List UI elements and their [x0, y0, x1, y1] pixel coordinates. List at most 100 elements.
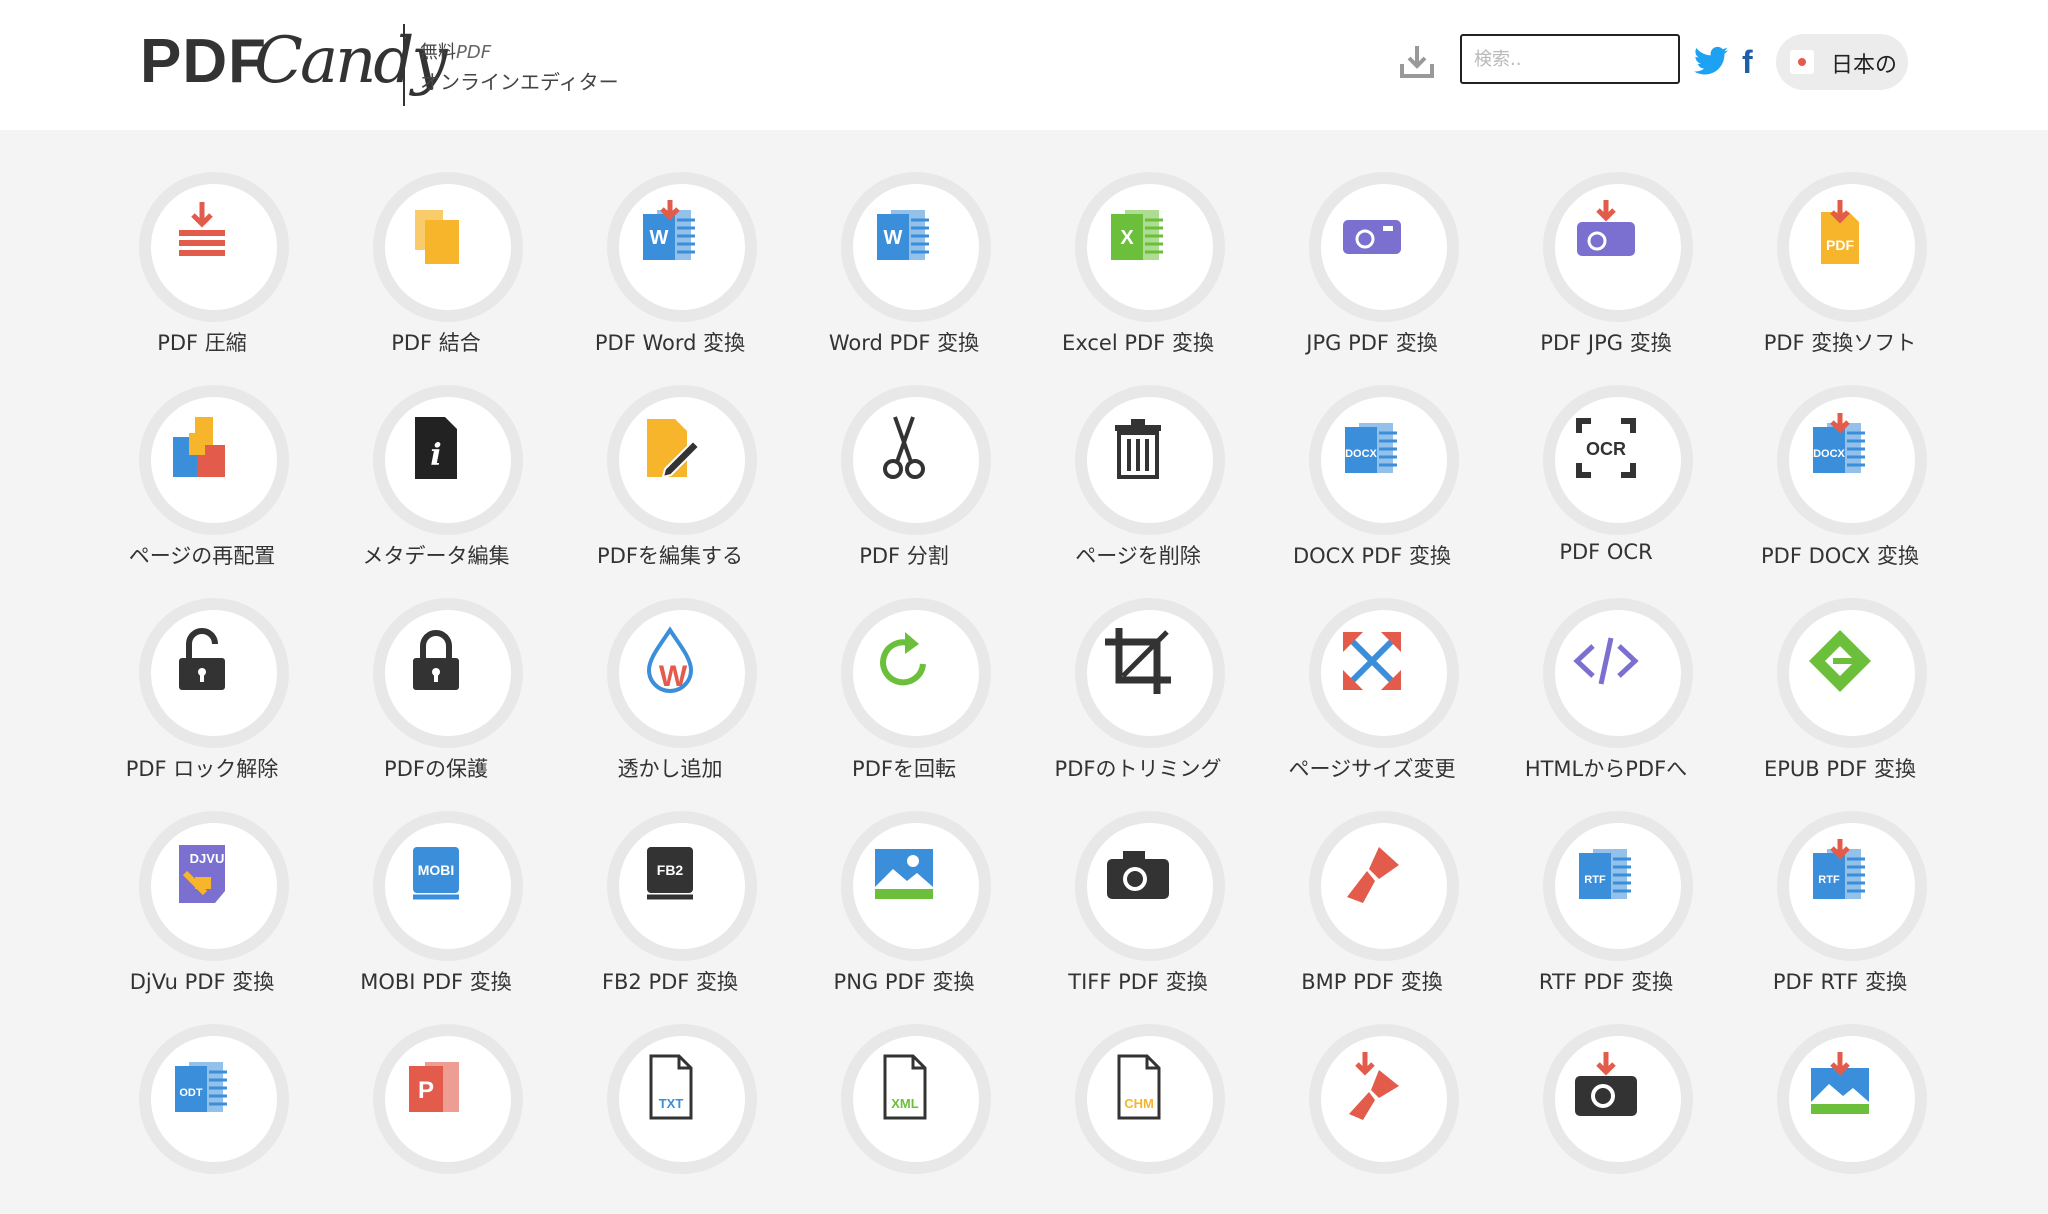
tool-item[interactable]: XML: [794, 1024, 1014, 1214]
tool-item[interactable]: ページを削除: [1028, 385, 1248, 575]
tool-item[interactable]: W 透かし追加: [560, 598, 780, 788]
download-icon[interactable]: [1397, 42, 1437, 82]
pdf-to-rtf-icon: RTF: [1813, 839, 1865, 899]
tool-label[interactable]: EPUB PDF 変換: [1730, 753, 1950, 783]
tool-item[interactable]: i メタデータ編集: [326, 385, 546, 575]
tool-item[interactable]: TIFF PDF 変換: [1028, 811, 1248, 1001]
tool-label[interactable]: 透かし追加: [560, 753, 780, 783]
tool-label[interactable]: PDF OCR: [1496, 540, 1716, 564]
language-label: 日本の: [1831, 53, 1898, 78]
jpg-icon: [1343, 220, 1401, 254]
tool-item[interactable]: ページの再配置: [92, 385, 312, 575]
compress-icon: [179, 202, 225, 256]
tool-label[interactable]: ページの再配置: [92, 540, 312, 570]
powerpoint-icon: P: [409, 1062, 459, 1112]
tool-label[interactable]: PDF 分割: [794, 540, 1014, 570]
tool-label[interactable]: PDF 結合: [326, 327, 546, 357]
tool-label[interactable]: JPG PDF 変換: [1262, 327, 1482, 357]
site-header: PDF Candy 無料PDF オンラインエディター f 日本の: [0, 0, 2048, 130]
tool-label[interactable]: ページサイズ変更: [1262, 753, 1482, 783]
tool-item[interactable]: [1496, 1024, 1716, 1214]
mobi-icon: MOBI: [413, 847, 459, 900]
svg-text:RTF: RTF: [1584, 874, 1606, 886]
tool-label[interactable]: Word PDF 変換: [794, 327, 1014, 357]
tool-item[interactable]: PDFを回転: [794, 598, 1014, 788]
tool-item[interactable]: RTF PDF RTF 変換: [1730, 811, 1950, 1001]
tool-item[interactable]: JPG PDF 変換: [1262, 172, 1482, 362]
svg-text:XML: XML: [891, 1096, 919, 1111]
twitter-icon[interactable]: [1694, 46, 1728, 76]
tool-item[interactable]: PDF 圧縮: [92, 172, 312, 362]
svg-text:W: W: [650, 227, 669, 249]
svg-text:TXT: TXT: [659, 1096, 684, 1111]
tool-label[interactable]: DOCX PDF 変換: [1262, 540, 1482, 570]
svg-text:W: W: [659, 660, 688, 693]
crop-icon: [1105, 628, 1171, 694]
tool-item[interactable]: W PDF Word 変換: [560, 172, 780, 362]
tool-item[interactable]: PDF 結合: [326, 172, 546, 362]
pdf-to-docx-icon: DOCX: [1813, 413, 1865, 473]
tool-label[interactable]: PDFを編集する: [560, 540, 780, 570]
tool-label[interactable]: PDFを回転: [794, 753, 1014, 783]
tool-item[interactable]: DJVU DjVu PDF 変換: [92, 811, 312, 1001]
tool-item[interactable]: PDFの保護: [326, 598, 546, 788]
tool-item[interactable]: PNG PDF 変換: [794, 811, 1014, 1001]
tool-item[interactable]: ページサイズ変更: [1262, 598, 1482, 788]
tool-label[interactable]: PDFのトリミング: [1028, 753, 1248, 783]
tool-label[interactable]: PDF RTF 変換: [1730, 966, 1950, 996]
svg-text:P: P: [418, 1077, 434, 1104]
tool-label[interactable]: MOBI PDF 変換: [326, 966, 546, 996]
tool-item[interactable]: ODT: [92, 1024, 312, 1214]
tool-label[interactable]: ページを削除: [1028, 540, 1248, 570]
tool-item[interactable]: MOBI MOBI PDF 変換: [326, 811, 546, 1001]
tool-item[interactable]: X Excel PDF 変換: [1028, 172, 1248, 362]
tool-label[interactable]: HTMLからPDFへ: [1496, 753, 1716, 783]
merge-icon: [415, 210, 459, 264]
tool-label[interactable]: メタデータ編集: [326, 540, 546, 570]
tool-label[interactable]: PDFの保護: [326, 753, 546, 783]
excel-icon: X: [1111, 210, 1163, 260]
tool-item[interactable]: PDFのトリミング: [1028, 598, 1248, 788]
tool-item[interactable]: FB2 FB2 PDF 変換: [560, 811, 780, 1001]
tool-label[interactable]: TIFF PDF 変換: [1028, 966, 1248, 996]
tool-label[interactable]: PDF Word 変換: [560, 327, 780, 357]
search-input[interactable]: [1460, 34, 1680, 84]
tool-item[interactable]: [1262, 1024, 1482, 1214]
tool-label[interactable]: PDF ロック解除: [92, 753, 312, 783]
tool-label[interactable]: PDF JPG 変換: [1496, 327, 1716, 357]
tool-item[interactable]: PDF JPG 変換: [1496, 172, 1716, 362]
language-selector[interactable]: 日本の: [1776, 34, 1908, 90]
tool-item[interactable]: PDF 分割: [794, 385, 1014, 575]
tool-item[interactable]: PDF PDF 変換ソフト: [1730, 172, 1950, 362]
tool-label[interactable]: RTF PDF 変換: [1496, 966, 1716, 996]
tool-label[interactable]: PNG PDF 変換: [794, 966, 1014, 996]
tool-item[interactable]: PDFを編集する: [560, 385, 780, 575]
tool-item[interactable]: OCR PDF OCR: [1496, 385, 1716, 575]
tool-label[interactable]: BMP PDF 変換: [1262, 966, 1482, 996]
svg-text:DOCX: DOCX: [1345, 448, 1377, 460]
tool-item[interactable]: DOCX PDF DOCX 変換: [1730, 385, 1950, 575]
tool-item[interactable]: W Word PDF 変換: [794, 172, 1014, 362]
tool-item[interactable]: CHM: [1028, 1024, 1248, 1214]
tool-item[interactable]: [1730, 1024, 1950, 1214]
tool-item[interactable]: TXT: [560, 1024, 780, 1214]
tool-label[interactable]: PDF 圧縮: [92, 327, 312, 357]
facebook-icon[interactable]: f: [1742, 44, 1753, 81]
tool-label[interactable]: FB2 PDF 変換: [560, 966, 780, 996]
logo-candy-text[interactable]: Candy: [254, 24, 447, 98]
tool-label[interactable]: PDF DOCX 変換: [1730, 540, 1950, 570]
logo-divider: [403, 24, 405, 106]
tool-label[interactable]: DjVu PDF 変換: [92, 966, 312, 996]
tool-label[interactable]: PDF 変換ソフト: [1730, 327, 1950, 357]
tool-item[interactable]: PDF ロック解除: [92, 598, 312, 788]
tool-label[interactable]: Excel PDF 変換: [1028, 327, 1248, 357]
rtf-icon: RTF: [1579, 849, 1631, 899]
tool-item[interactable]: RTF RTF PDF 変換: [1496, 811, 1716, 1001]
logo-pdf-text[interactable]: PDF: [140, 26, 267, 97]
tool-item[interactable]: HTMLからPDFへ: [1496, 598, 1716, 788]
rotate-icon: [880, 632, 926, 686]
tool-item[interactable]: P: [326, 1024, 546, 1214]
tool-item[interactable]: BMP PDF 変換: [1262, 811, 1482, 1001]
tool-item[interactable]: DOCX DOCX PDF 変換: [1262, 385, 1482, 575]
tool-item[interactable]: EPUB PDF 変換: [1730, 598, 1950, 788]
